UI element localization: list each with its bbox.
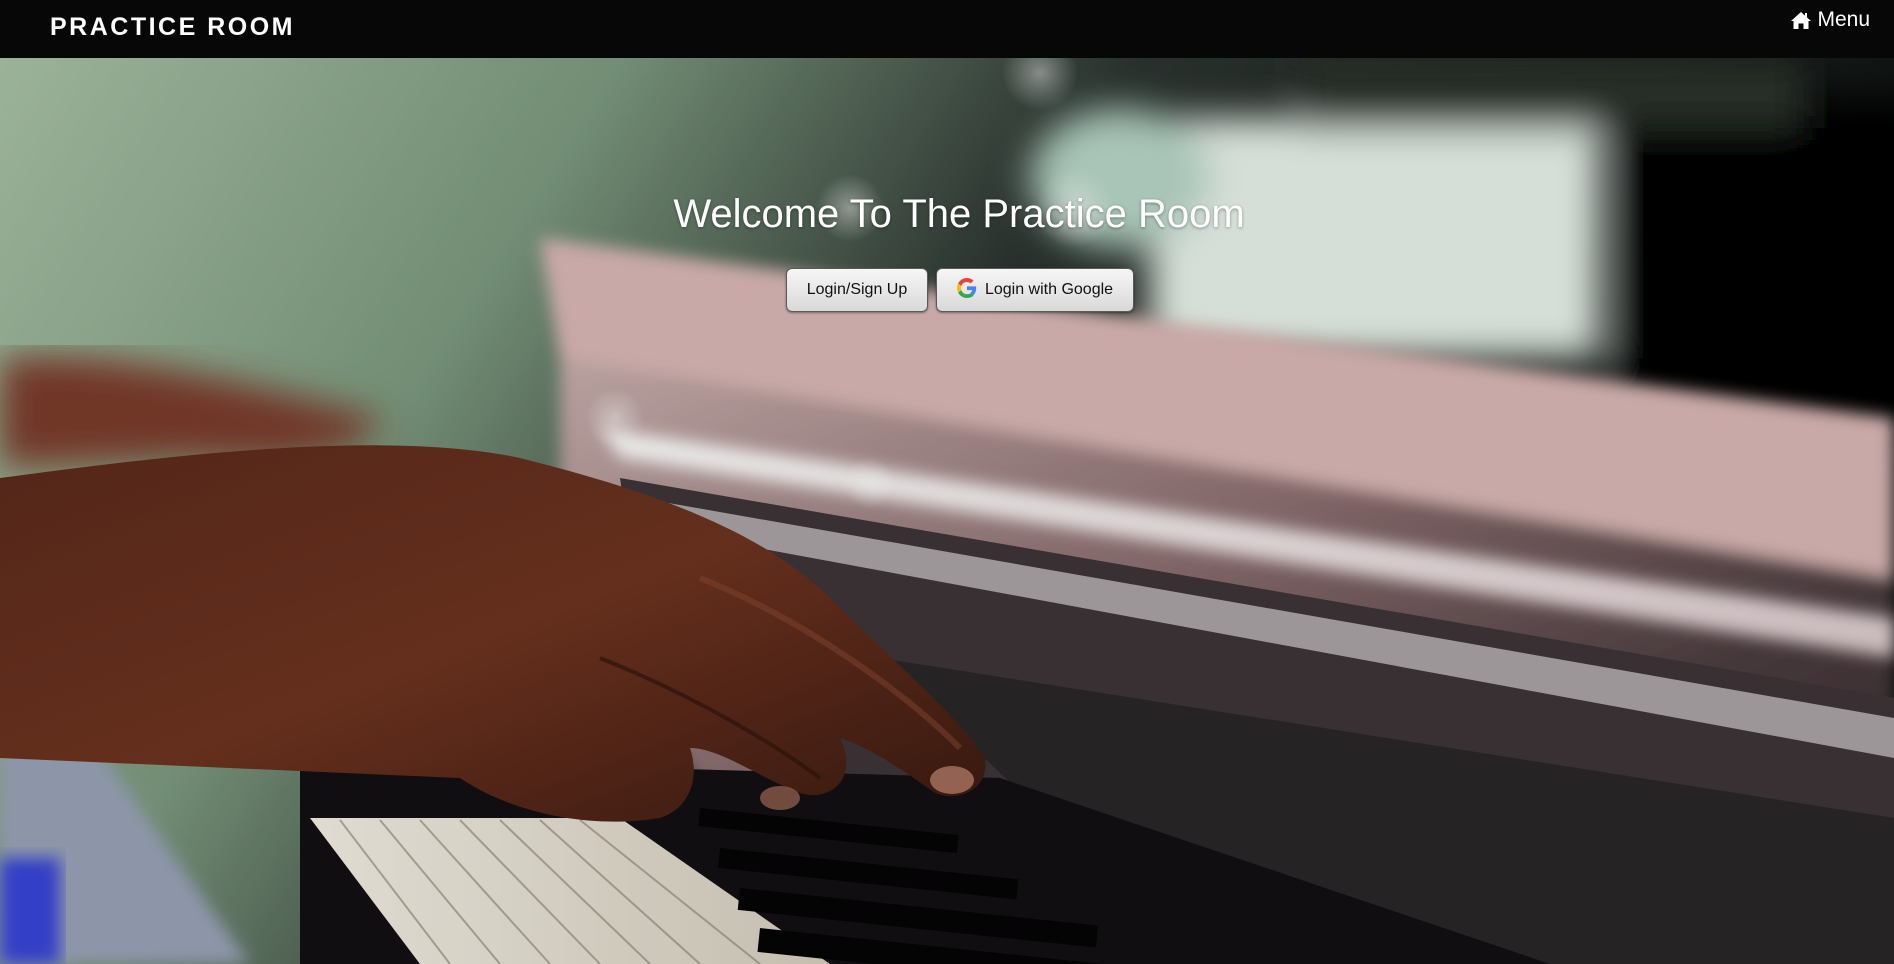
menu-label: Menu [1817, 8, 1870, 31]
top-navbar: PRACTICE ROOM Menu [0, 0, 1894, 58]
brand-logo-link[interactable]: PRACTICE ROOM [50, 13, 295, 41]
google-icon [956, 277, 977, 303]
auth-button-group: Login/Sign Up Login with Google [786, 268, 1134, 312]
home-icon [1790, 11, 1812, 30]
hero-section: Welcome To The Practice Room [0, 58, 1894, 964]
login-signup-label: Login/Sign Up [806, 281, 908, 298]
login-signup-button[interactable]: Login/Sign Up [786, 268, 928, 312]
login-with-google-button[interactable]: Login with Google [936, 268, 1134, 312]
page: PRACTICE ROOM Menu Welcome To The Practi… [0, 0, 1894, 964]
login-with-google-label: Login with Google [984, 281, 1114, 298]
menu-button[interactable]: Menu [1790, 9, 1870, 31]
welcome-heading: Welcome To The Practice Room [673, 192, 1245, 236]
